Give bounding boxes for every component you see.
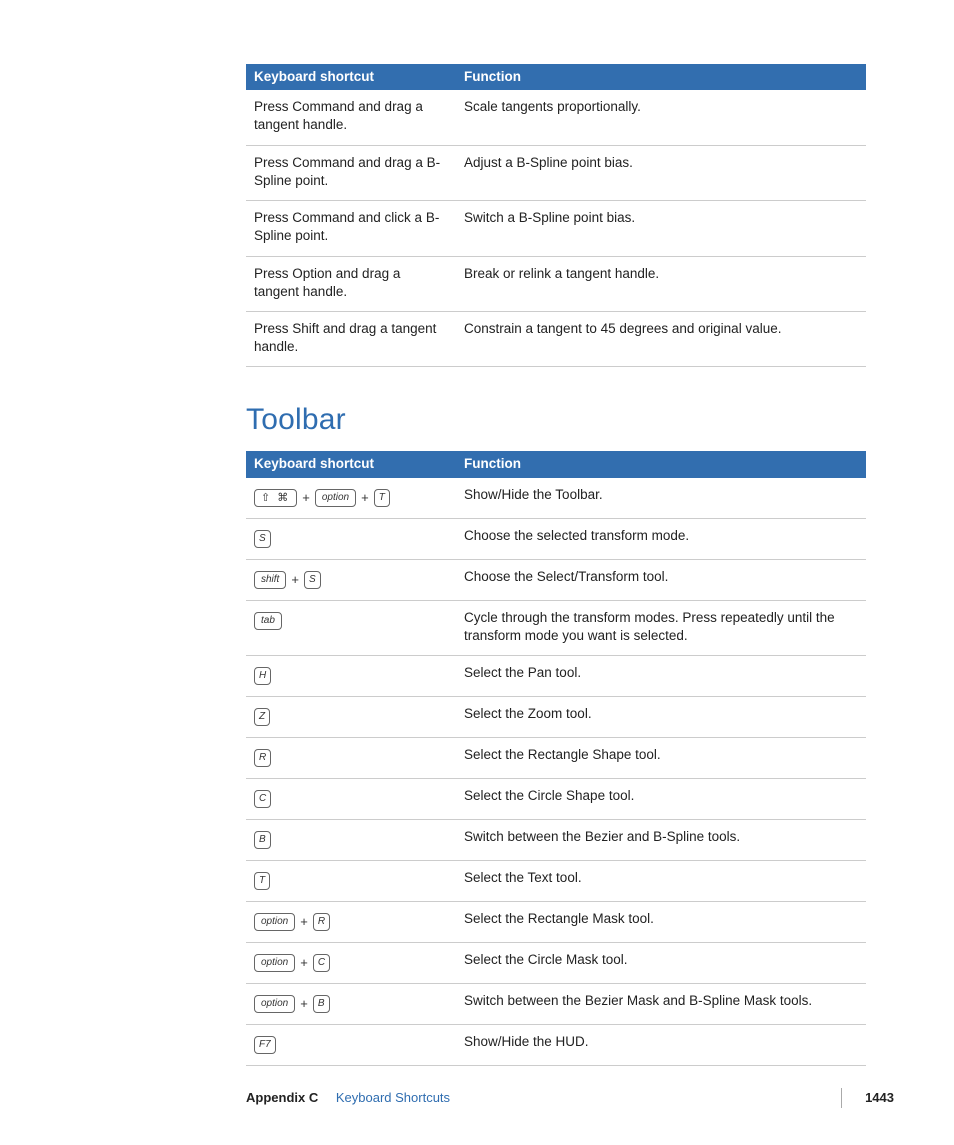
function-cell: Scale tangents proportionally. bbox=[456, 90, 866, 145]
shortcut-cell: Press Shift and drag a tangent handle. bbox=[246, 311, 456, 366]
shortcut-cell: Z bbox=[246, 697, 456, 738]
footer-title: Keyboard Shortcuts bbox=[336, 1090, 450, 1105]
shortcut-cell: F7 bbox=[246, 1025, 456, 1066]
shortcut-cell: option + B bbox=[246, 984, 456, 1025]
function-cell: Select the Circle Shape tool. bbox=[456, 779, 866, 820]
table-row: Press Command and drag a tangent handle.… bbox=[246, 90, 866, 145]
letter-key-icon: R bbox=[254, 749, 271, 767]
letter-key-icon: Z bbox=[254, 708, 270, 726]
shortcut-cell: S bbox=[246, 518, 456, 559]
col-header-shortcut: Keyboard shortcut bbox=[246, 451, 456, 477]
letter-key-icon: C bbox=[313, 954, 330, 972]
letter-key-icon: B bbox=[313, 995, 330, 1013]
table-row: C Select the Circle Shape tool. bbox=[246, 779, 866, 820]
table-row: B Switch between the Bezier and B-Spline … bbox=[246, 820, 866, 861]
section-title-toolbar: Toolbar bbox=[246, 403, 866, 437]
footer-divider bbox=[841, 1088, 842, 1108]
shortcut-cell: T bbox=[246, 861, 456, 902]
col-header-shortcut: Keyboard shortcut bbox=[246, 64, 456, 90]
shortcut-cell: Press Command and click a B-Spline point… bbox=[246, 201, 456, 256]
function-cell: Switch between the Bezier Mask and B-Spl… bbox=[456, 984, 866, 1025]
shortcuts-table-2: Keyboard shortcut Function ⇧ ⌘+option+TS… bbox=[246, 451, 866, 1066]
function-cell: Break or relink a tangent handle. bbox=[456, 256, 866, 311]
function-cell: Select the Text tool. bbox=[456, 861, 866, 902]
plus-separator: + bbox=[300, 913, 308, 931]
table-row: H Select the Pan tool. bbox=[246, 656, 866, 697]
letter-key-icon: H bbox=[254, 667, 271, 685]
function-cell: Adjust a B-Spline point bias. bbox=[456, 145, 866, 200]
function-cell: Select the Circle Mask tool. bbox=[456, 943, 866, 984]
letter-key-icon: B bbox=[254, 831, 271, 849]
function-cell: Show/Hide the HUD. bbox=[456, 1025, 866, 1066]
table-row: R Select the Rectangle Shape tool. bbox=[246, 738, 866, 779]
table-row: shift + S Choose the Select/Transform tool. bbox=[246, 559, 866, 600]
command-key-icon: ⇧ ⌘ bbox=[254, 489, 297, 507]
shift-key-icon: shift bbox=[254, 571, 286, 589]
shortcut-cell: Press Command and drag a tangent handle. bbox=[246, 90, 456, 145]
shortcut-cell: option + R bbox=[246, 902, 456, 943]
letter-key-icon: R bbox=[313, 913, 330, 931]
function-cell: Switch between the Bezier and B-Spline t… bbox=[456, 820, 866, 861]
shortcut-cell: R bbox=[246, 738, 456, 779]
table-row: option + C Select the Circle Mask tool. bbox=[246, 943, 866, 984]
table-row: ⇧ ⌘ + option + T Show/Hide the Toolbar. bbox=[246, 478, 866, 519]
plus-separator: + bbox=[302, 489, 310, 507]
footer-appendix: Appendix C bbox=[246, 1090, 318, 1105]
plus-separator: + bbox=[300, 954, 308, 972]
option-key-icon: option bbox=[254, 995, 295, 1013]
function-cell: Select the Zoom tool. bbox=[456, 697, 866, 738]
option-key-icon: option bbox=[315, 489, 356, 507]
option-key-icon: option bbox=[254, 954, 295, 972]
letter-key-icon: F7 bbox=[254, 1036, 276, 1054]
table-row: Press Command and drag a B-Spline point.… bbox=[246, 145, 866, 200]
col-header-function: Function bbox=[456, 64, 866, 90]
letter-key-icon: T bbox=[254, 872, 270, 890]
plus-separator: + bbox=[361, 489, 369, 507]
letter-key-icon: S bbox=[254, 530, 271, 548]
shortcut-cell: C bbox=[246, 779, 456, 820]
shortcut-cell: ⇧ ⌘ + option + T bbox=[246, 478, 456, 519]
table-row: Press Option and drag a tangent handle.B… bbox=[246, 256, 866, 311]
shortcut-cell: shift + S bbox=[246, 559, 456, 600]
letter-key-icon: C bbox=[254, 790, 271, 808]
shortcut-cell: Press Option and drag a tangent handle. bbox=[246, 256, 456, 311]
shortcut-cell: option + C bbox=[246, 943, 456, 984]
function-cell: Constrain a tangent to 45 degrees and or… bbox=[456, 311, 866, 366]
table-row: option + R Select the Rectangle Mask tool. bbox=[246, 902, 866, 943]
shortcut-cell: B bbox=[246, 820, 456, 861]
letter-key-icon: S bbox=[304, 571, 321, 589]
function-cell: Choose the Select/Transform tool. bbox=[456, 559, 866, 600]
plus-separator: + bbox=[291, 571, 299, 589]
footer-page-number: 1443 bbox=[865, 1090, 894, 1105]
table-row: Press Command and click a B-Spline point… bbox=[246, 201, 866, 256]
page-footer: Appendix C Keyboard Shortcuts 1443 bbox=[246, 1090, 894, 1105]
col-header-function: Function bbox=[456, 451, 866, 477]
shortcut-cell: H bbox=[246, 656, 456, 697]
function-cell: Cycle through the transform modes. Press… bbox=[456, 600, 866, 655]
function-cell: Select the Rectangle Shape tool. bbox=[456, 738, 866, 779]
table-row: S Choose the selected transform mode. bbox=[246, 518, 866, 559]
function-cell: Choose the selected transform mode. bbox=[456, 518, 866, 559]
function-cell: Select the Pan tool. bbox=[456, 656, 866, 697]
option-key-icon: option bbox=[254, 913, 295, 931]
table-row: option + B Switch between the Bezier Mask a… bbox=[246, 984, 866, 1025]
function-cell: Select the Rectangle Mask tool. bbox=[456, 902, 866, 943]
table-row: T Select the Text tool. bbox=[246, 861, 866, 902]
table-row: tab Cycle through the transform modes. Pr… bbox=[246, 600, 866, 655]
letter-key-icon: T bbox=[374, 489, 390, 507]
function-cell: Show/Hide the Toolbar. bbox=[456, 478, 866, 519]
table-row: F7 Show/Hide the HUD. bbox=[246, 1025, 866, 1066]
table-row: Press Shift and drag a tangent handle.Co… bbox=[246, 311, 866, 366]
shortcut-cell: Press Command and drag a B-Spline point. bbox=[246, 145, 456, 200]
table-row: Z Select the Zoom tool. bbox=[246, 697, 866, 738]
plus-separator: + bbox=[300, 995, 308, 1013]
tab-key-icon: tab bbox=[254, 612, 282, 630]
shortcuts-table-1: Keyboard shortcut Function Press Command… bbox=[246, 64, 866, 367]
function-cell: Switch a B-Spline point bias. bbox=[456, 201, 866, 256]
shortcut-cell: tab bbox=[246, 600, 456, 655]
